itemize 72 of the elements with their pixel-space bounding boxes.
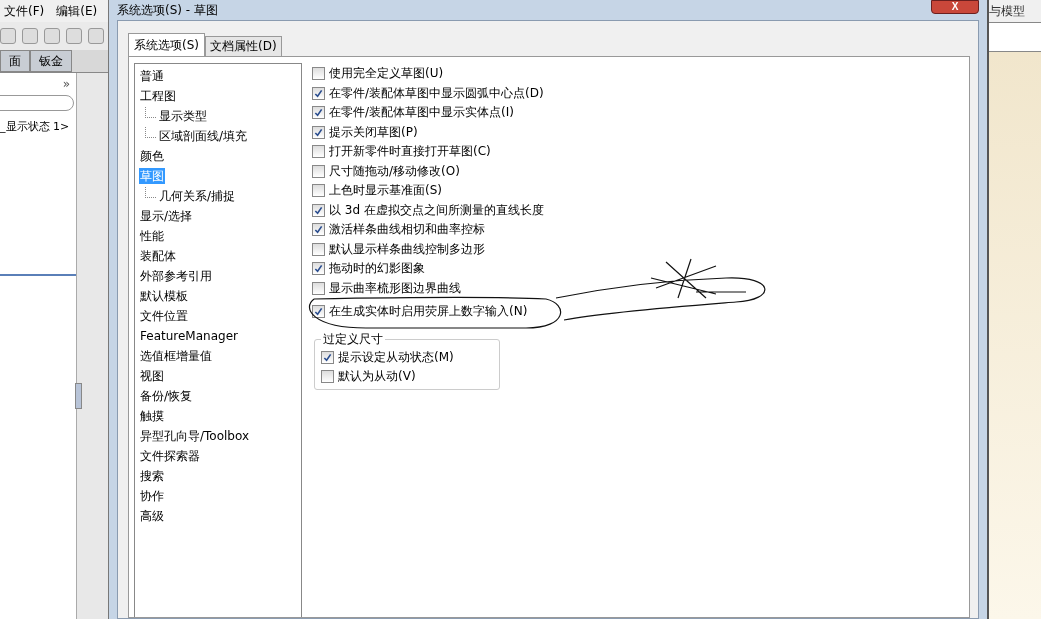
tree-item[interactable]: _显示状态 1> [0, 119, 76, 134]
tree-item[interactable]: 性能 [139, 228, 165, 244]
option-label: 尺寸随拖动/移动修改(O) [329, 162, 460, 180]
tree-item[interactable]: 默认模板 [139, 288, 189, 304]
option-label: 提示关闭草图(P) [329, 123, 418, 141]
option-label: 使用完全定义草图(U) [329, 65, 444, 83]
tree-item[interactable]: 文件探索器 [139, 448, 201, 464]
close-button[interactable]: X [931, 0, 979, 14]
checkbox[interactable] [312, 242, 325, 256]
tree-item[interactable]: 文件位置 [139, 308, 189, 324]
tab[interactable]: 文档属性(D) [205, 36, 282, 56]
tree-item[interactable]: 选值框增量值 [139, 348, 213, 364]
tree-item[interactable]: 外部参考引用 [139, 268, 213, 284]
option-label: 拖动时的幻影图象 [329, 260, 425, 278]
tab[interactable]: 钣金 [30, 50, 72, 72]
menu-item[interactable]: 文件(F) [4, 2, 45, 20]
checkbox[interactable] [312, 145, 325, 159]
tree-item[interactable]: 区域剖面线/填充 [158, 128, 249, 144]
splitter-handle[interactable] [75, 383, 82, 409]
tree-item[interactable]: 备份/恢复 [139, 388, 194, 404]
group-title: 过定义尺寸 [322, 330, 384, 348]
option-label: 提示设定从动状态(M) [338, 348, 454, 366]
checkbox[interactable] [312, 305, 325, 319]
toolbar-strip [989, 22, 1041, 52]
tree-item[interactable]: FeatureManager [139, 328, 239, 344]
tree-item[interactable]: 显示类型 [158, 108, 208, 124]
tab[interactable]: 系统选项(S) [128, 33, 205, 56]
tree-item[interactable]: 高级 [139, 508, 165, 524]
option-label: 显示曲率梳形图边界曲线 [329, 279, 461, 297]
option-label: 上色时显示基准面(S) [329, 182, 442, 200]
tree-item[interactable]: 颜色 [139, 148, 165, 164]
checkbox[interactable] [312, 281, 325, 295]
expand-button[interactable]: » [62, 77, 70, 91]
option-label: 激活样条曲线相切和曲率控标 [329, 221, 485, 239]
option-label: 默认为从动(V) [338, 368, 416, 386]
tree-item[interactable]: 异型孔向导/Toolbox [139, 428, 251, 444]
checkbox[interactable] [312, 67, 325, 81]
tree-item[interactable]: 协作 [139, 488, 165, 504]
tree-item[interactable]: 搜索 [139, 468, 165, 484]
toolbar-icon[interactable] [88, 28, 104, 44]
toolbar-icon[interactable] [22, 28, 38, 44]
tree-item[interactable]: 视图 [139, 368, 165, 384]
filter-field[interactable] [0, 95, 74, 111]
checkbox[interactable] [312, 184, 325, 198]
option-label: 默认显示样条曲线控制多边形 [329, 240, 485, 258]
checkbox[interactable] [321, 350, 334, 364]
checkbox[interactable] [312, 262, 325, 276]
checkbox[interactable] [321, 370, 334, 384]
checkbox[interactable] [312, 223, 325, 237]
option-label: 在零件/装配体草图中显示圆弧中心点(D) [329, 84, 544, 102]
checkbox[interactable] [312, 86, 325, 100]
toolbar-icon[interactable] [44, 28, 60, 44]
tree-item[interactable]: 工程图 [139, 88, 177, 104]
option-label: 打开新零件时直接打开草图(C) [329, 143, 491, 161]
window-title: 系统选项(S) - 草图 [117, 1, 218, 19]
window-title: 与模型 [989, 3, 1026, 20]
tree-item[interactable]: 触摸 [139, 408, 165, 424]
option-label: 以 3d 在虚拟交点之间所测量的直线长度 [329, 201, 544, 219]
menu-item[interactable]: 编辑(E) [56, 2, 98, 20]
toolbar-icon[interactable] [0, 28, 16, 44]
tree-item[interactable]: 显示/选择 [139, 208, 194, 224]
checkbox[interactable] [312, 106, 325, 120]
checkbox[interactable] [312, 125, 325, 139]
tab[interactable]: 面 [0, 50, 30, 72]
tree-item[interactable]: 装配体 [139, 248, 177, 264]
option-label: 在零件/装配体草图中显示实体点(I) [329, 104, 514, 122]
checkbox[interactable] [312, 203, 325, 217]
option-label: 在生成实体时启用荧屏上数字输入(N) [329, 303, 528, 321]
checkbox[interactable] [312, 164, 325, 178]
tree-item[interactable]: 普通 [139, 68, 165, 84]
tree-item[interactable]: 几何关系/捕捉 [158, 188, 237, 204]
toolbar-icon[interactable] [66, 28, 82, 44]
